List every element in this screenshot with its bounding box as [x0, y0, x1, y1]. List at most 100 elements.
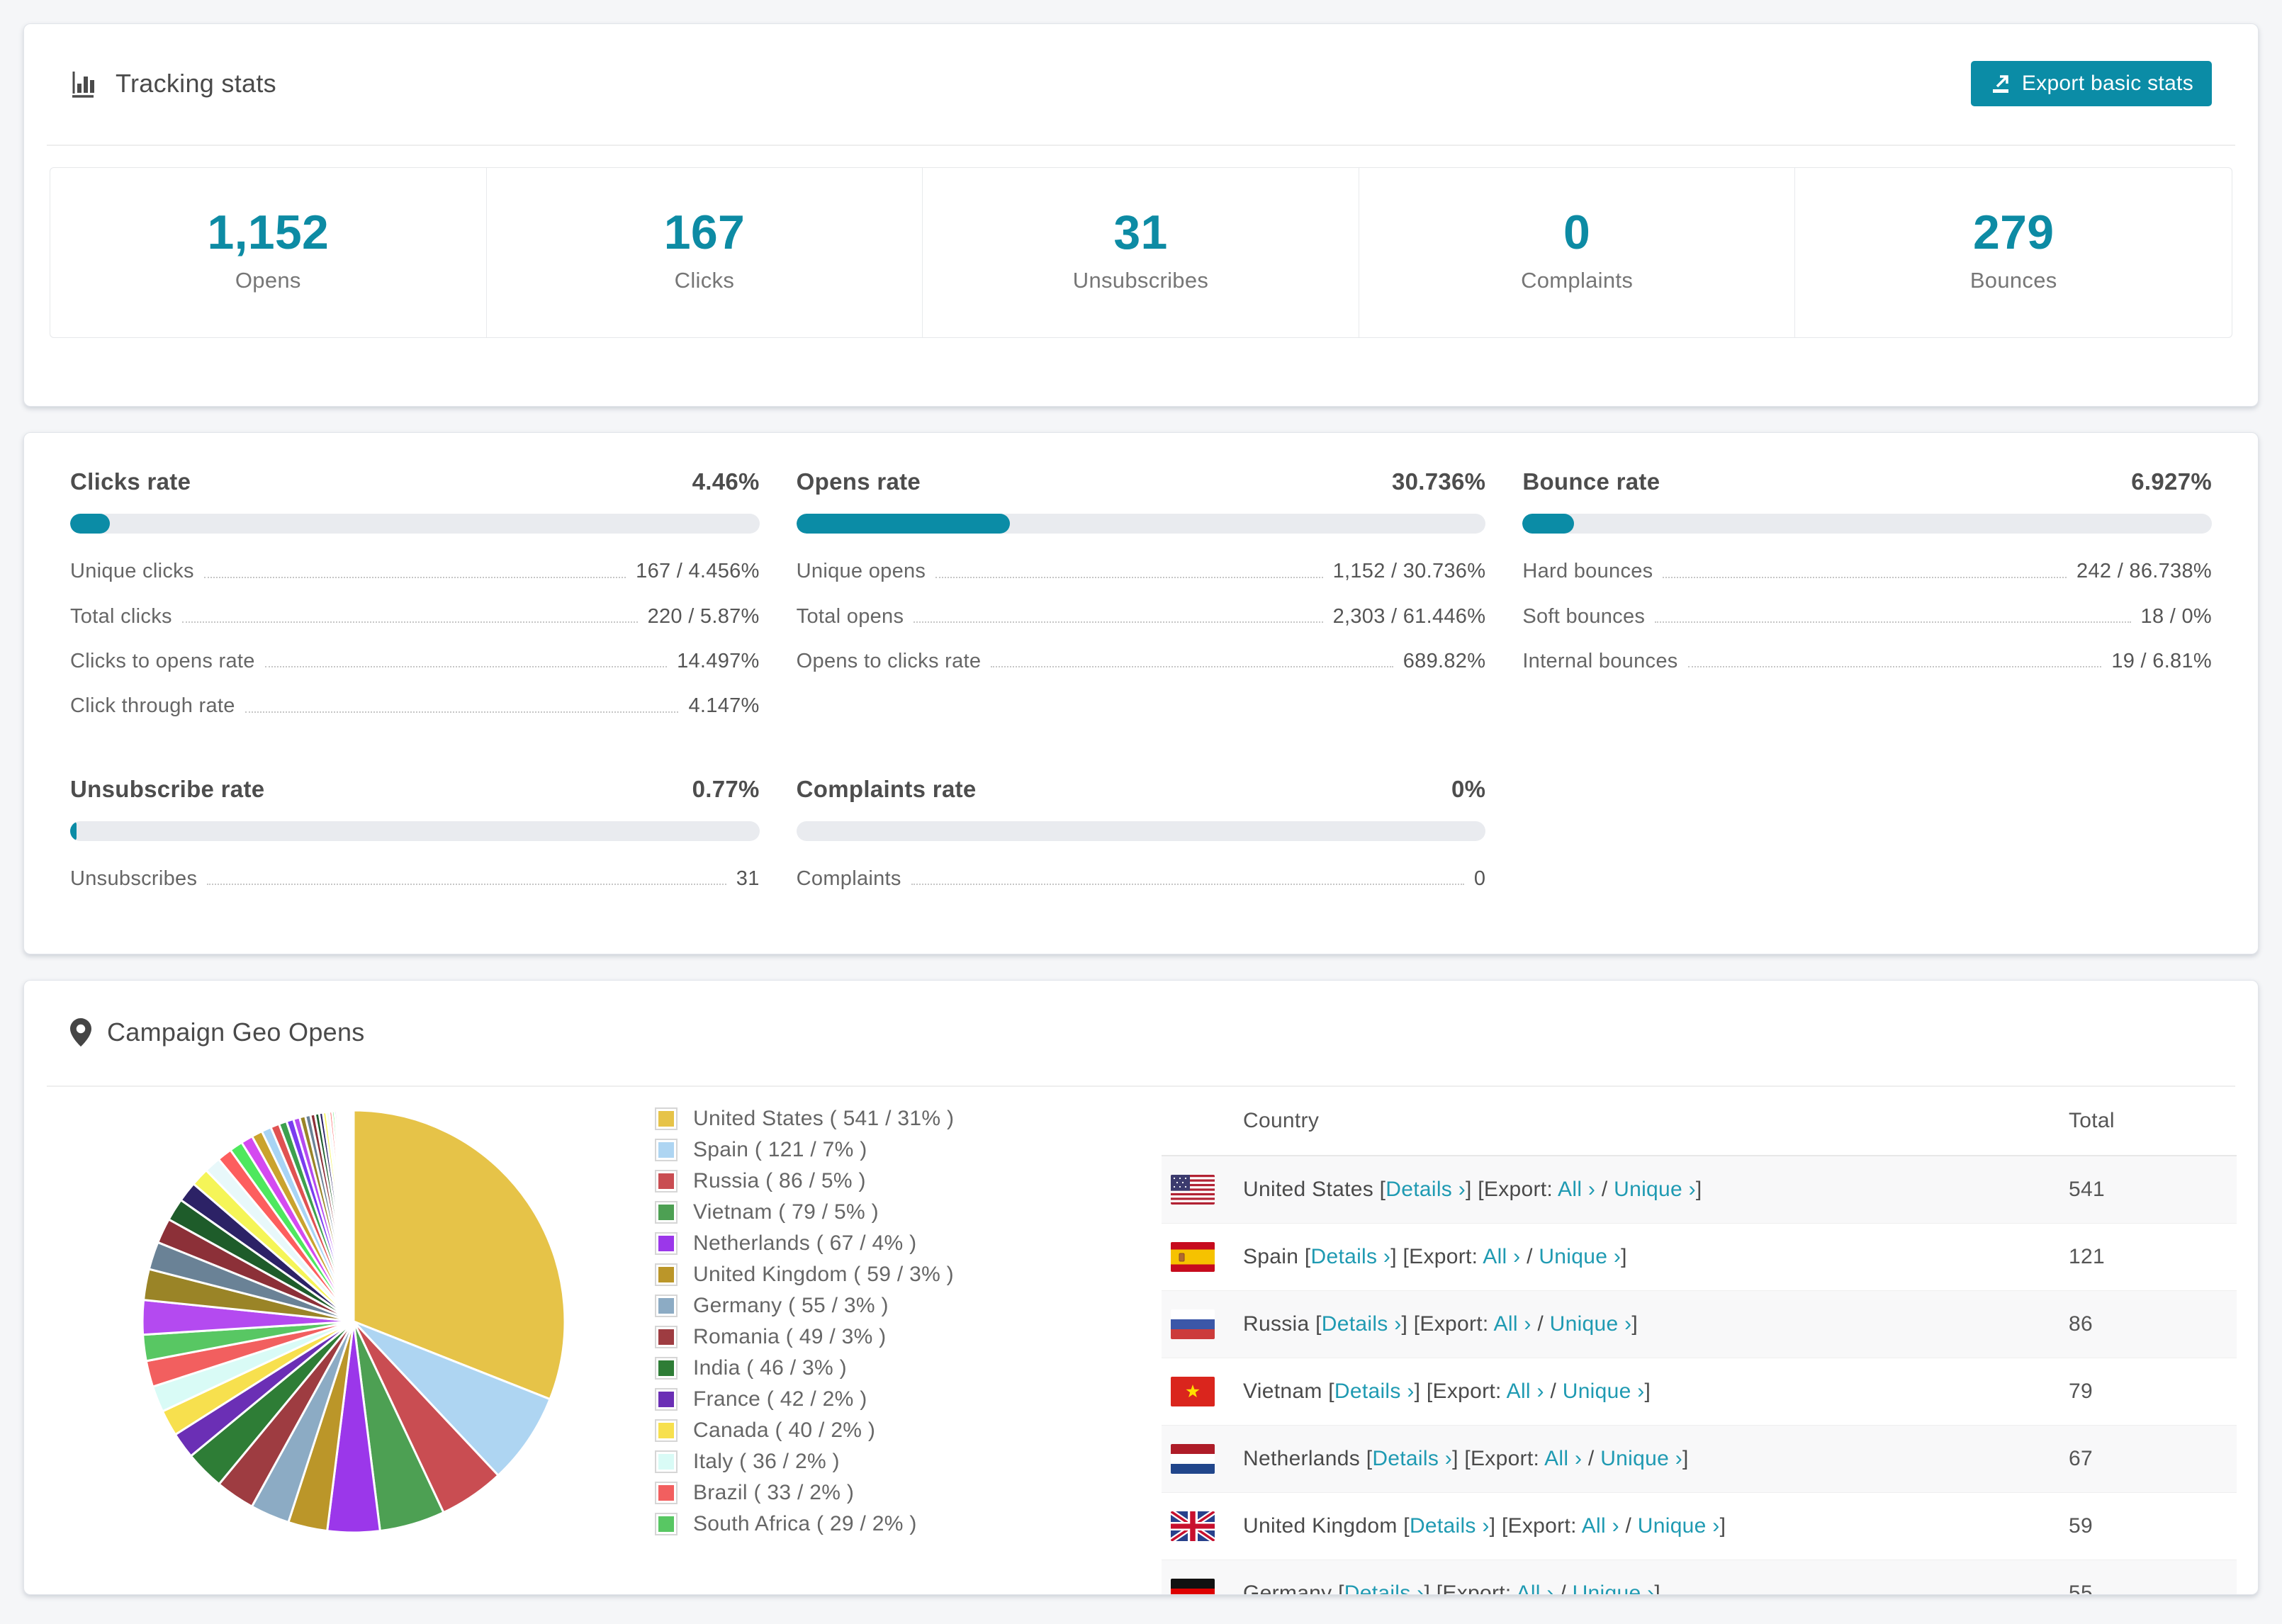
geo-title-text: Campaign Geo Opens [107, 1017, 365, 1047]
export-all-link[interactable]: All › [1544, 1447, 1582, 1470]
dotted-leader [1663, 576, 2067, 578]
legend-item[interactable]: Netherlands ( 67 / 4% ) [655, 1231, 1080, 1256]
export-unique-link[interactable]: Unique › [1573, 1581, 1655, 1594]
export-unique-link[interactable]: Unique › [1550, 1312, 1632, 1336]
stat-cell-unsubscribes: 31 Unsubscribes [923, 168, 1359, 338]
rate-section-opens-rate: Opens rate 30.736% Unique opens 1,152 / 30.… [796, 468, 1486, 728]
stat-label: Opens [235, 268, 301, 293]
legend-item[interactable]: Vietnam ( 79 / 5% ) [655, 1200, 1080, 1224]
detail-label: Unique opens [796, 560, 926, 583]
legend-label: United Kingdom ( 59 / 3% ) [693, 1263, 954, 1287]
stat-cell-clicks: 167 Clicks [487, 168, 923, 338]
legend-item[interactable]: Italy ( 36 / 2% ) [655, 1450, 1080, 1474]
tracking-stats-header: Tracking stats Export basic stats [24, 24, 2258, 106]
legend-item[interactable]: United States ( 541 / 31% ) [655, 1107, 1080, 1131]
dotted-leader [264, 666, 668, 668]
geo-table-header: Country Total [1162, 1087, 2237, 1157]
legend-item[interactable]: United Kingdom ( 59 / 3% ) [655, 1263, 1080, 1287]
export-all-link[interactable]: All › [1517, 1581, 1554, 1594]
total-value: 541 [2069, 1178, 2105, 1202]
legend-item[interactable]: Russia ( 86 / 5% ) [655, 1169, 1080, 1193]
legend-label: Spain ( 121 / 7% ) [693, 1138, 867, 1162]
export-unique-link[interactable]: Unique › [1614, 1178, 1696, 1201]
country-cell: Netherlands [Details ›] [Export: All › /… [1243, 1447, 1689, 1471]
total-value: 86 [2069, 1312, 2093, 1336]
detail-row: Click through rate 4.147% [70, 684, 760, 728]
detail-row: Opens to clicks rate 689.82% [797, 639, 1486, 684]
export-all-link[interactable]: All › [1582, 1514, 1619, 1538]
legend-item[interactable]: Germany ( 55 / 3% ) [655, 1294, 1080, 1318]
export-all-link[interactable]: All › [1483, 1245, 1520, 1268]
detail-row: Clicks to opens rate 14.497% [70, 639, 760, 684]
details-link[interactable]: Details › [1410, 1514, 1490, 1538]
link-separator: / [1582, 1447, 1601, 1471]
export-icon [1989, 72, 2012, 95]
progress-bar [796, 821, 1486, 841]
legend-item[interactable]: Spain ( 121 / 7% ) [655, 1138, 1080, 1162]
close-bracket: ] [1621, 1245, 1627, 1269]
export-unique-link[interactable]: Unique › [1600, 1447, 1682, 1470]
details-link[interactable]: Details › [1311, 1245, 1391, 1268]
legend-item[interactable]: Brazil ( 33 / 2% ) [655, 1481, 1080, 1505]
details-link[interactable]: Details › [1334, 1380, 1415, 1403]
details-link[interactable]: Details › [1322, 1312, 1402, 1336]
stat-value: 31 [1113, 205, 1168, 259]
geo-table-row-es: Spain [Details ›] [Export: All › / Uniqu… [1162, 1224, 2237, 1292]
link-separator: / [1531, 1312, 1550, 1336]
detail-value: 0 [1473, 867, 1486, 890]
legend-color-swatch [655, 1357, 678, 1380]
geo-table-row-us: United States [Details ›] [Export: All ›… [1162, 1156, 2237, 1224]
geo-table-row-ru: Russia [Details ›] [Export: All › / Uniq… [1162, 1291, 2237, 1359]
detail-row: Unique opens 1,152 / 30.736% [797, 549, 1486, 594]
legend-label: Romania ( 49 / 3% ) [693, 1325, 887, 1349]
progress-bar [70, 514, 760, 534]
legend-color-swatch [655, 1388, 678, 1411]
link-separator: / [1619, 1514, 1638, 1538]
details-link[interactable]: Details › [1372, 1447, 1452, 1470]
legend-item[interactable]: France ( 42 / 2% ) [655, 1387, 1080, 1411]
export-all-link[interactable]: All › [1558, 1178, 1595, 1201]
stat-value: 167 [663, 205, 746, 259]
legend-color-swatch [655, 1450, 678, 1474]
legend-label: Italy ( 36 / 2% ) [693, 1450, 840, 1474]
export-unique-link[interactable]: Unique › [1563, 1380, 1645, 1403]
total-value: 59 [2069, 1514, 2093, 1538]
dashboard-page: Tracking stats Export basic stats 1,152 O… [0, 0, 2282, 1596]
country-name: Germany [ [1243, 1581, 1344, 1596]
export-label: ] [Export: [1414, 1380, 1507, 1404]
legend-color-swatch [655, 1107, 678, 1131]
netherlands-flag-icon [1171, 1444, 1215, 1474]
legend-item[interactable]: South Africa ( 29 / 2% ) [655, 1512, 1080, 1536]
details-link[interactable]: Details › [1344, 1581, 1424, 1594]
country-name: Russia [ [1243, 1312, 1322, 1336]
legend-color-swatch [655, 1482, 678, 1505]
total-value: 79 [2069, 1380, 2093, 1404]
legend-item[interactable]: India ( 46 / 3% ) [655, 1356, 1080, 1380]
rate-value: 4.46% [692, 468, 760, 495]
legend-item[interactable]: Romania ( 49 / 3% ) [655, 1325, 1080, 1349]
rates-grid: Clicks rate 4.46% Unique clicks 167 / 4.456… [70, 468, 2212, 901]
detail-value: 242 / 86.738% [2076, 560, 2212, 583]
export-all-link[interactable]: All › [1494, 1312, 1531, 1336]
campaign-geo-opens-card: Campaign Geo Opens United States ( 541 /… [23, 980, 2259, 1596]
export-basic-stats-button[interactable]: Export basic stats [1970, 61, 2212, 106]
link-separator: / [1553, 1581, 1573, 1596]
dotted-leader [203, 576, 626, 578]
export-basic-stats-label: Export basic stats [2021, 72, 2193, 95]
legend-label: France ( 42 / 2% ) [693, 1387, 867, 1411]
details-link[interactable]: Details › [1386, 1178, 1466, 1201]
rate-title: Complaints rate [796, 775, 977, 802]
geo-title: Campaign Geo Opens [70, 1017, 365, 1047]
legend-label: Vietnam ( 79 / 5% ) [693, 1200, 879, 1224]
export-all-link[interactable]: All › [1507, 1380, 1544, 1403]
progress-bar [796, 514, 1486, 534]
export-unique-link[interactable]: Unique › [1539, 1245, 1621, 1268]
stat-label: Bounces [1969, 268, 2057, 293]
pie-legend: United States ( 541 / 31% ) Spain ( 121 /… [655, 1107, 1080, 1543]
detail-value: 14.497% [677, 650, 760, 673]
column-total: Total [2069, 1109, 2115, 1133]
legend-item[interactable]: Canada ( 40 / 2% ) [655, 1419, 1080, 1443]
export-unique-link[interactable]: Unique › [1638, 1514, 1720, 1538]
legend-color-swatch [655, 1170, 678, 1193]
country-cell: Vietnam [Details ›] [Export: All › / Uni… [1243, 1380, 1651, 1404]
